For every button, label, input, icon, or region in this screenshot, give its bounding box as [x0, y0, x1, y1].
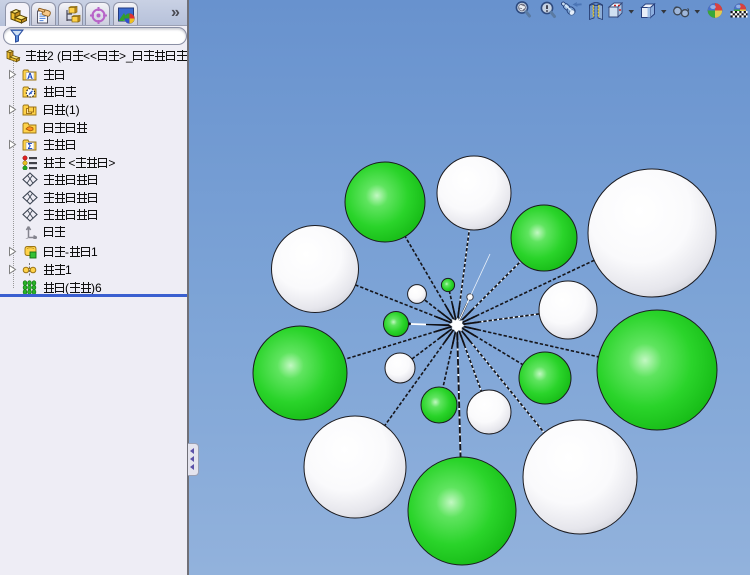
- svg-text:A: A: [27, 72, 33, 81]
- svg-text:Σ: Σ: [28, 142, 33, 151]
